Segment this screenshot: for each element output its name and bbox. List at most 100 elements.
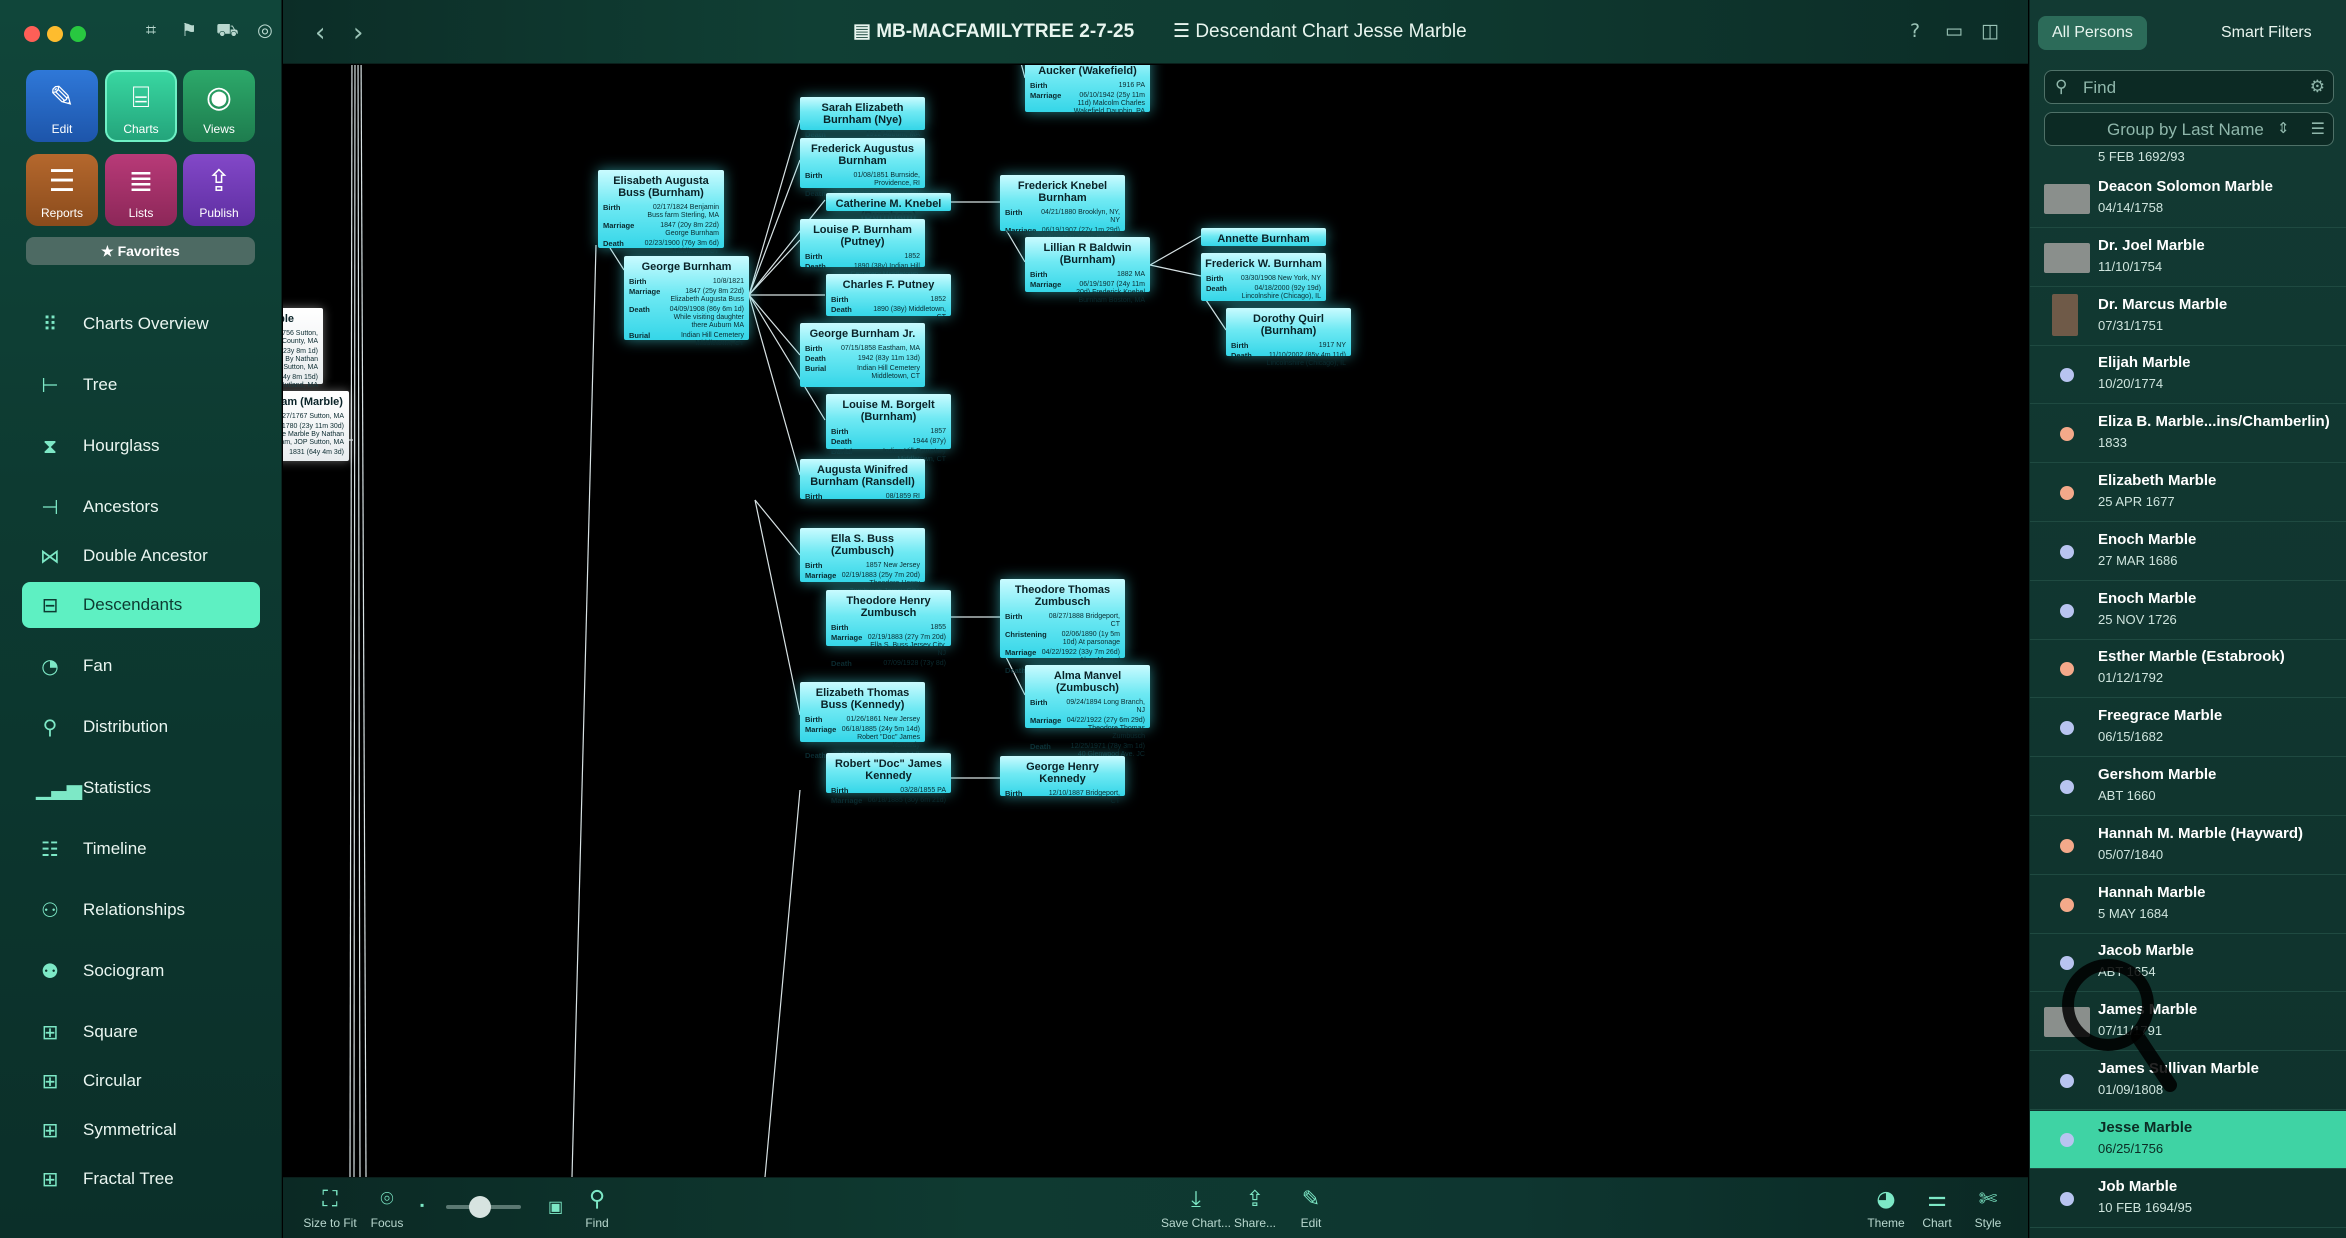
nav-distribution[interactable]: ⚲ Distribution [22, 704, 260, 750]
minimize-window-button[interactable] [47, 26, 63, 42]
male-dot-icon [2060, 780, 2074, 794]
person-card[interactable]: Louise M. Borgelt (Burnham) Birth 1857 Deat… [826, 394, 951, 463]
person-list-item[interactable]: James Sullivan Marble 01/09/1808 [2030, 1052, 2346, 1110]
gear-icon[interactable]: ⚙ [2310, 77, 2325, 97]
search-input[interactable] [2083, 75, 2293, 101]
nav-ancestors[interactable]: ⊣ Ancestors [22, 484, 260, 530]
fact-label: Burial [805, 364, 827, 373]
style-button[interactable]: ✄ Style [1953, 1186, 2023, 1230]
person-list-item[interactable]: Dr. Joel Marble 11/10/1754 [2030, 229, 2346, 287]
bookmark-icon[interactable]: ⚑ [178, 20, 200, 42]
nav-tree[interactable]: ⊢ Tree [22, 362, 260, 408]
person-card[interactable]: Sally Putnam (Marble) Birth02/27/1767 Sut… [283, 391, 349, 461]
sidebar-toggle-icon[interactable]: ◫ [1981, 20, 1999, 42]
person-card[interactable]: Elizabeth Thomas Buss (Kennedy) Birth 01/2… [800, 682, 925, 767]
person-card[interactable]: Alma Manvel (Zumbusch) Birth 09/24/1894 Lo… [1025, 665, 1150, 758]
descendant-chart-canvas[interactable]: Jesse MarbleBirth06/25/1756 Sutton, Worc… [283, 65, 2028, 1177]
person-date: 25 NOV 1726 [2098, 611, 2177, 627]
person-card[interactable]: Sarah Elizabeth Burnham (Nye) Death 1912 A… [800, 97, 925, 139]
close-window-button[interactable] [24, 26, 40, 42]
zoom-out-icon[interactable]: ▪ [420, 1198, 424, 1212]
person-card[interactable]: Theodore Henry Zumbusch Birth 1855 Marriage… [826, 590, 951, 668]
person-list-item[interactable]: Enoch Marble 25 NOV 1726 [2030, 582, 2346, 640]
person-card[interactable]: Theodore Thomas Zumbusch Birth 08/27/1888 … [1000, 579, 1125, 690]
person-card[interactable]: Elizabeth Keene Aucker (Wakefield) Birth 1… [1025, 65, 1150, 115]
person-card[interactable]: Frederick Augustus Burnham Birth 01/08/185… [800, 138, 925, 205]
help-button[interactable]: ? [1910, 20, 1920, 42]
nav-statistics[interactable]: ▁▃▅ Statistics [22, 765, 260, 811]
person-list-item[interactable]: Eliza B. Marble...ins/Chamberlin) 1833 [2030, 405, 2346, 464]
nav-fractal-tree[interactable]: ⊞ Fractal Tree [22, 1156, 260, 1202]
nav-descendants[interactable]: ⊟ Descendants [22, 582, 260, 628]
car-icon[interactable]: ⛟ [216, 20, 239, 42]
reports-tile-button[interactable]: ☰ Reports [26, 154, 98, 226]
nav-double-ancestor[interactable]: ⋈ Double Ancestor [22, 533, 260, 579]
person-list-item[interactable]: Dr. Marcus Marble 07/31/1751 [2030, 288, 2346, 346]
person-card[interactable]: Charles F. Putney Birth 1852 Death 1890 (38y… [826, 274, 951, 321]
person-card[interactable]: George Henry Kennedy Birth 12/10/1887 Brid… [1000, 756, 1125, 805]
person-list-item[interactable]: Enoch Marble 27 MAR 1686 [2030, 523, 2346, 581]
person-card[interactable]: George Burnham Birth 10/8/1821 Marriage 1847… [624, 256, 749, 347]
tab-smart-filters[interactable]: Smart Filters [2207, 16, 2326, 50]
list-options-icon[interactable]: ☰ [2311, 119, 2325, 138]
chart-connector-lines [349, 65, 1227, 1177]
person-card[interactable]: Jesse Marble Birth06/25/1756 Sutton, Worc… [283, 308, 323, 389]
nav-circular[interactable]: ⊞ Circular [22, 1058, 260, 1104]
person-list-item[interactable]: Freegrace Marble 06/15/1682 [2030, 699, 2346, 758]
person-list-item[interactable]: Jacob Marble ABT 1654 [2030, 934, 2346, 993]
person-list-item[interactable]: Jesse Marble 06/25/1756 [2030, 1110, 2346, 1169]
person-thumbnail [2044, 1007, 2090, 1038]
zoom-slider-knob[interactable] [468, 1196, 491, 1218]
favorites-button[interactable]: ★ Favorites [26, 237, 255, 265]
nav-symmetrical[interactable]: ⊞ Symmetrical [22, 1107, 260, 1153]
nav-sociogram[interactable]: ⚉ Sociogram [22, 948, 260, 994]
person-card[interactable]: Dorothy Quirl (Burnham) Birth 1917 NY Death… [1226, 308, 1351, 367]
person-card[interactable]: Elisabeth Augusta Buss (Burnham) Birth 02/… [598, 170, 724, 255]
charts-tile-button[interactable]: ⌸ Charts [105, 70, 177, 142]
back-chevron-icon[interactable]: ‹ [315, 18, 325, 48]
zoom-in-icon[interactable]: ▣ [548, 1197, 563, 1217]
person-list-item[interactable]: Esther Marble (Estabrook) 01/12/1792 [2030, 640, 2346, 699]
person-card[interactable]: Frederick W. Burnham Birth 03/30/1908 New … [1201, 253, 1326, 301]
tab-all-persons[interactable]: All Persons [2038, 16, 2147, 50]
fact-value: 07/15/1858 Eastham, MA [841, 345, 920, 352]
zoom-window-button[interactable] [70, 26, 86, 42]
forward-chevron-icon[interactable]: › [353, 18, 363, 48]
lists-tile-button[interactable]: ≣ Lists [105, 154, 177, 226]
person-date: 11/10/1754 [2098, 258, 2163, 274]
person-list-item[interactable]: James Marble 07/11/1791 [2030, 993, 2346, 1052]
find-button[interactable]: ⚲ Find [562, 1186, 632, 1230]
nav-relationships[interactable]: ⚇ Relationships [22, 887, 260, 933]
person-list-item[interactable]: Job Marble 10 FEB 1694/95 [2030, 1170, 2346, 1228]
fact-label: Death [1206, 284, 1227, 293]
person-list-item[interactable]: Hannah Marble 5 MAY 1684 [2030, 876, 2346, 934]
tag-icon[interactable]: ⌗ [140, 20, 162, 42]
nav-fan[interactable]: ◔ Fan [22, 643, 260, 689]
person-list-item[interactable]: Deacon Solomon Marble 04/14/1758 [2030, 170, 2346, 228]
edit-tile-button[interactable]: ✎ Edit [26, 70, 98, 142]
nav-charts-overview[interactable]: ⠿ Charts Overview [22, 301, 260, 347]
person-card[interactable]: Augusta Winifred Burnham (Ransdell) Birth… [800, 459, 925, 501]
person-card[interactable]: George Burnham Jr. Birth 07/15/1858 Eastha… [800, 323, 925, 387]
publish-tile-button[interactable]: ⇪ Publish [183, 154, 255, 226]
person-card[interactable]: Catherine M. Knebel (Burnham) [826, 193, 951, 222]
person-card[interactable]: Louise P. Burnham (Putney) Birth 1852 Death… [800, 219, 925, 286]
person-card[interactable]: Lillian R Baldwin (Burnham) Birth 1882 MA M… [1025, 237, 1150, 304]
group-by-select[interactable]: Group by Last Name ⇕ ☰ [2044, 112, 2334, 146]
nav-square[interactable]: ⊞ Square [22, 1009, 260, 1055]
person-card[interactable]: Frederick Knebel Burnham Birth 04/21/1880 … [1000, 175, 1125, 250]
focus-button[interactable]: ⌾ Focus [352, 1186, 422, 1230]
edit-button[interactable]: ✎ Edit [1276, 1186, 1346, 1230]
person-list-item[interactable]: Hannah M. Marble (Hayward) 05/07/1840 [2030, 817, 2346, 875]
window-layout-icon[interactable]: ▭ [1945, 20, 1963, 42]
person-list-item[interactable]: Gershom Marble ABT 1660 [2030, 758, 2346, 816]
person-list-item[interactable]: Elijah Marble 10/20/1774 [2030, 346, 2346, 405]
person-card[interactable]: Robert "Doc" James Kennedy Birth 03/28/185… [826, 753, 951, 805]
nav-hourglass[interactable]: ⧗ Hourglass [22, 423, 260, 469]
person-card[interactable]: Annette Burnham [1201, 228, 1326, 246]
globe-icon[interactable]: ◎ [254, 20, 276, 42]
person-card[interactable]: Ella S. Buss (Zumbusch) Birth 1857 New Jer… [800, 528, 925, 603]
person-list-item[interactable]: Elizabeth Marble 25 APR 1677 [2030, 464, 2346, 522]
nav-timeline[interactable]: ☷ Timeline [22, 826, 260, 872]
views-tile-button[interactable]: ◉ Views [183, 70, 255, 142]
